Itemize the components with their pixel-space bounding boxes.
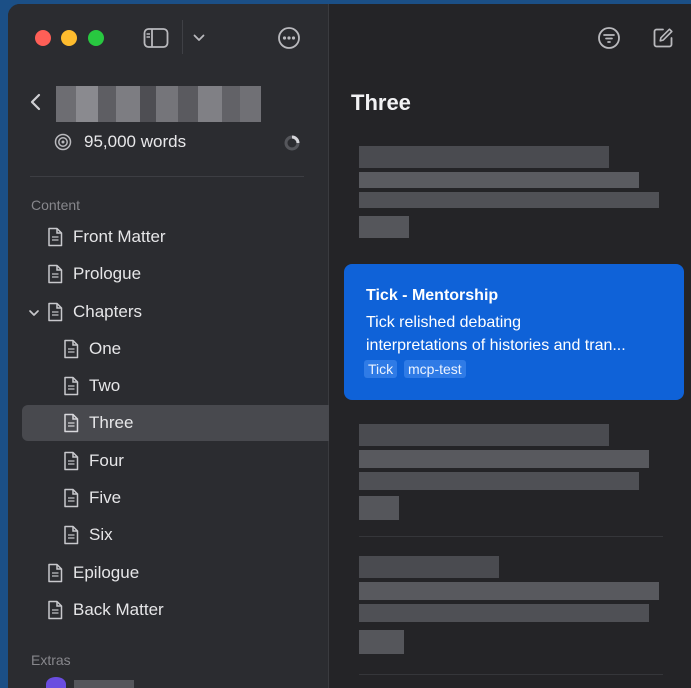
document-icon [48,563,63,583]
document-icon [64,451,79,471]
extras-item-label-clipped [74,680,134,688]
sidebar-item-label: Back Matter [73,600,164,619]
sidebar-item-label: Four [89,451,124,470]
chevron-down-icon [193,34,205,41]
compose-icon [653,28,673,48]
sidebar-item-five[interactable]: Five [22,480,354,516]
chevron-down-icon [29,310,39,316]
sidebar-item-label: Five [89,488,122,507]
zoom-window-button[interactable] [88,30,104,46]
card-selected[interactable]: Tick - Mentorship Tick relished debating… [344,264,684,400]
extras-item-icon [46,677,66,688]
new-note-button[interactable] [649,24,677,52]
filter-button[interactable] [595,24,623,52]
section-label-extras: Extras [31,652,71,668]
chevron-left-icon [30,93,41,111]
detail-pane: Three Tick - Mentorship Tick relished de… [329,4,691,688]
sidebar-menu-button[interactable] [191,30,207,46]
card-separator [359,674,663,675]
card-excerpt-line-1: Tick relished debating [366,314,522,331]
sidebar-item-back-matter[interactable]: Back Matter [22,592,338,628]
tag-tick[interactable]: Tick [364,360,398,378]
chapters-disclosure-button[interactable] [28,306,40,318]
sidebar-toggle-button[interactable] [141,24,171,52]
minimize-window-button[interactable] [61,30,77,46]
sidebar-item-label: Chapters [73,302,142,321]
app-window: 95,000 words Content Front Matter Prolog… [8,4,691,688]
sidebar-item-three[interactable]: Three [22,405,354,441]
sidebar-icon [143,28,169,48]
sidebar-item-four[interactable]: Four [22,443,354,479]
sidebar-item-label: Front Matter [73,227,166,246]
project-title-redacted [56,86,261,122]
sidebar-item-chapters[interactable]: Chapters [22,294,338,330]
sidebar-item-one[interactable]: One [22,331,354,367]
document-icon [48,227,63,247]
progress-ring-icon [284,135,300,151]
card-separator [359,536,663,537]
toolbar-separator [182,20,183,54]
sidebar-item-epilogue[interactable]: Epilogue [22,555,338,591]
document-icon [64,339,79,359]
document-icon [48,302,63,322]
document-icon [64,413,79,433]
document-icon [64,525,79,545]
target-icon [54,133,72,151]
sidebar-item-label: Six [89,525,113,544]
document-icon [48,264,63,284]
sidebar-divider [30,176,304,177]
card-excerpt-line-2: interpretations of histories and tran... [366,337,626,354]
tag-mcp-test[interactable]: mcp-test [404,360,466,378]
document-icon [48,600,63,620]
sidebar-item-label: One [89,339,122,358]
close-window-button[interactable] [35,30,51,46]
more-options-button[interactable] [275,24,303,52]
sidebar-item-front-matter[interactable]: Front Matter [22,219,338,255]
detail-title: Three [351,90,411,115]
sidebar-item-two[interactable]: Two [22,368,354,404]
document-icon [64,488,79,508]
document-icon [64,376,79,396]
filter-icon [598,27,620,49]
sidebar-item-label: Two [89,376,121,395]
sidebar-item-prologue[interactable]: Prologue [22,256,338,292]
ellipsis-circle-icon [278,27,300,49]
section-label-content: Content [31,197,81,213]
card-title: Tick - Mentorship [366,287,499,304]
sidebar-item-label: Three [89,413,134,432]
back-button[interactable] [28,92,44,112]
sidebar-item-six[interactable]: Six [22,517,354,553]
word-count: 95,000 words [54,130,186,154]
sidebar-item-label: Prologue [73,264,142,283]
sidebar: 95,000 words Content Front Matter Prolog… [8,4,354,688]
word-count-label: 95,000 words [84,132,187,151]
sidebar-item-label: Epilogue [73,563,140,582]
